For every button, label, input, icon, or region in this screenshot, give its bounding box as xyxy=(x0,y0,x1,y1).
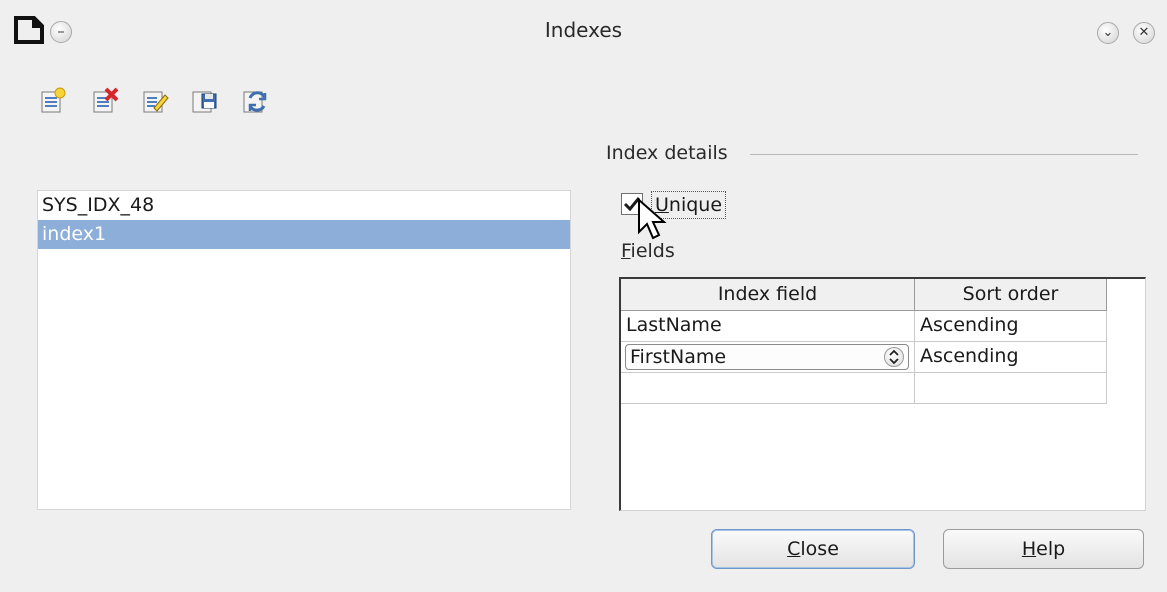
index-details-heading: Index details xyxy=(606,142,728,164)
grid-cell-order[interactable]: Ascending xyxy=(915,311,1107,342)
column-header-index-field[interactable]: Index field xyxy=(621,279,915,311)
title-bar[interactable]: Indexes ⌄ ✕ xyxy=(0,0,1167,60)
column-header-sort-order[interactable]: Sort order xyxy=(915,279,1107,311)
help-label-rest: elp xyxy=(1036,538,1066,560)
close-mnemonic: C xyxy=(787,538,801,560)
spin-arrows-icon[interactable] xyxy=(884,347,904,367)
save-index-icon[interactable] xyxy=(189,86,219,116)
list-item[interactable]: SYS_IDX_48 xyxy=(38,191,570,220)
group-divider xyxy=(750,154,1138,155)
rename-index-icon[interactable] xyxy=(140,86,170,116)
grid-cell-field-editing[interactable]: FirstName xyxy=(621,342,915,373)
delete-index-icon[interactable] xyxy=(90,86,120,116)
help-button[interactable]: Help xyxy=(943,529,1144,569)
mouse-pointer-icon xyxy=(638,198,667,240)
new-index-icon[interactable] xyxy=(38,86,68,116)
grid-cell-order[interactable] xyxy=(915,373,1107,404)
fields-grid[interactable]: Index field Sort order LastName Ascendin… xyxy=(619,277,1146,511)
close-window-button[interactable]: ✕ xyxy=(1133,22,1155,44)
grid-cell-field[interactable]: LastName xyxy=(621,311,915,342)
list-item-selected[interactable]: index1 xyxy=(38,220,570,249)
help-mnemonic: H xyxy=(1021,538,1037,560)
window-title: Indexes xyxy=(544,18,623,42)
indexes-dialog: Indexes ⌄ ✕ SYS_IDX_48 index1 Index deta… xyxy=(0,0,1167,592)
fields-mnemonic: F xyxy=(621,240,631,262)
close-button[interactable]: Close xyxy=(711,529,915,569)
field-combobox[interactable]: FirstName xyxy=(625,344,909,370)
combobox-value: FirstName xyxy=(630,346,727,368)
reset-index-icon[interactable] xyxy=(240,86,270,116)
index-list[interactable]: SYS_IDX_48 index1 xyxy=(37,190,571,510)
grid-cell-order[interactable]: Ascending xyxy=(915,342,1107,373)
close-label-rest: lose xyxy=(800,538,839,560)
unique-label-rest: nique xyxy=(668,194,723,216)
minimize-button[interactable]: ⌄ xyxy=(1097,22,1119,44)
grid-cell-field[interactable] xyxy=(621,373,915,404)
